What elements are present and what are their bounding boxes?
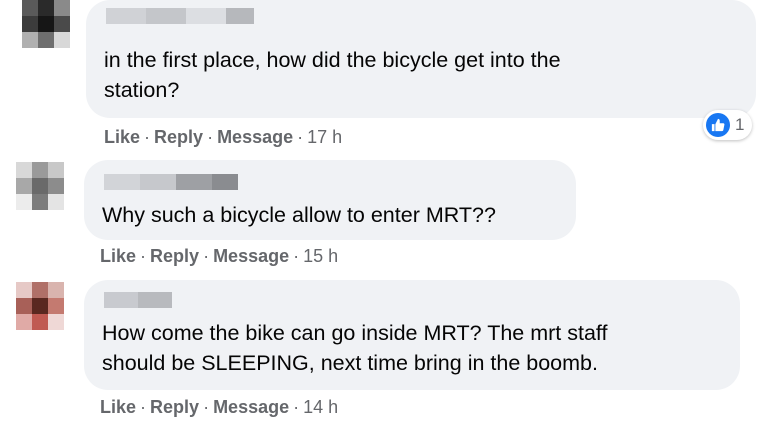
comment-bubble: Why such a bicycle allow to enter MRT?? — [84, 160, 576, 240]
separator-dot: · — [140, 246, 147, 266]
separator-dot: · — [297, 127, 304, 147]
separator-dot: · — [144, 127, 151, 147]
like-button[interactable]: Like — [100, 397, 136, 417]
author-name[interactable] — [104, 292, 172, 308]
timestamp[interactable]: 17 h — [307, 127, 342, 147]
separator-dot: · — [203, 246, 210, 266]
comment-actions: Like · Reply · Message · 14 h — [100, 396, 338, 418]
message-button[interactable]: Message — [213, 246, 289, 266]
comment-text: in the first place, how did the bicycle … — [104, 48, 561, 102]
reaction-count-badge[interactable]: 1 — [703, 110, 753, 140]
avatar[interactable] — [16, 282, 64, 330]
separator-dot: · — [207, 127, 214, 147]
reply-button[interactable]: Reply — [150, 246, 199, 266]
separator-dot: · — [293, 246, 300, 266]
avatar[interactable] — [16, 162, 64, 210]
comment-text: How come the bike can go inside MRT? The… — [102, 321, 608, 375]
comment-bubble: in the first place, how did the bicycle … — [86, 0, 756, 118]
author-name[interactable] — [106, 8, 254, 24]
separator-dot: · — [140, 397, 147, 417]
comment-actions: Like · Reply · Message · 15 h — [100, 245, 338, 267]
comment-bubble: How come the bike can go inside MRT? The… — [84, 280, 740, 390]
reply-button[interactable]: Reply — [150, 397, 199, 417]
thumbs-up-icon — [706, 113, 730, 137]
separator-dot: · — [293, 397, 300, 417]
reaction-count: 1 — [735, 115, 745, 134]
timestamp[interactable]: 15 h — [303, 246, 338, 266]
message-button[interactable]: Message — [213, 397, 289, 417]
avatar[interactable] — [22, 0, 70, 48]
separator-dot: · — [203, 397, 210, 417]
author-name[interactable] — [104, 174, 238, 190]
like-button[interactable]: Like — [100, 246, 136, 266]
timestamp[interactable]: 14 h — [303, 397, 338, 417]
comment-text: Why such a bicycle allow to enter MRT?? — [102, 203, 496, 227]
reply-button[interactable]: Reply — [154, 127, 203, 147]
comment-actions: Like · Reply · Message · 17 h — [104, 126, 342, 148]
like-button[interactable]: Like — [104, 127, 140, 147]
message-button[interactable]: Message — [217, 127, 293, 147]
